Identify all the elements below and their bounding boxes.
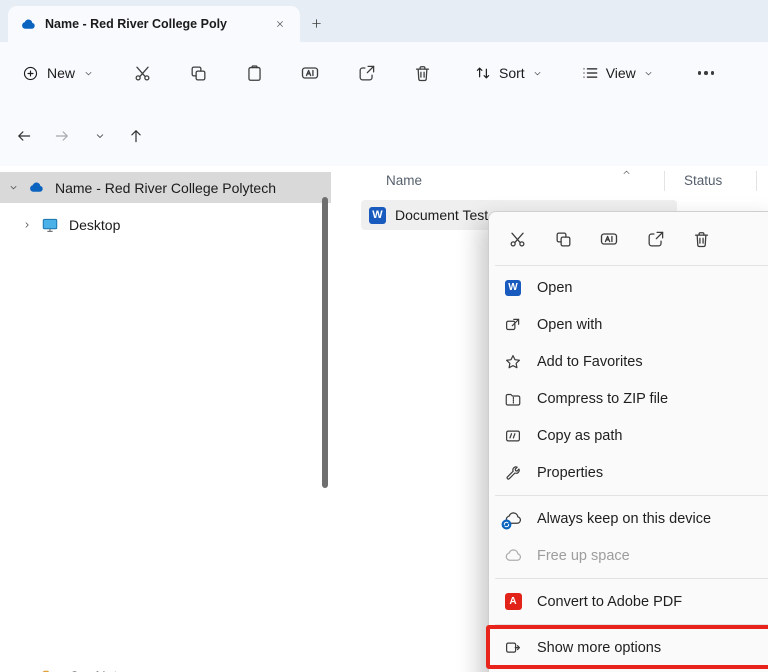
share-button[interactable] [346, 55, 386, 91]
column-header-name[interactable]: Name [386, 173, 422, 188]
new-plus-icon [22, 65, 39, 82]
tab-close-icon[interactable] [268, 12, 292, 36]
copy-path-icon [503, 427, 523, 445]
context-menu-item-show-more-options[interactable]: Show more options [493, 629, 768, 666]
context-menu-item-properties[interactable]: Properties [493, 454, 768, 491]
view-button[interactable]: View [581, 64, 654, 82]
cut-button[interactable] [499, 222, 535, 256]
navigation-bar: Name - Red River College Polytech [0, 104, 768, 167]
menu-item-label: Add to Favorites [537, 354, 643, 370]
copy-button[interactable] [545, 222, 581, 256]
open-with-icon [503, 316, 523, 334]
sidebar-scrollbar-thumb[interactable] [322, 197, 328, 488]
chevron-down-icon [532, 68, 543, 79]
back-button[interactable] [11, 124, 37, 148]
more-options-button[interactable] [688, 56, 724, 90]
paste-button[interactable] [234, 55, 274, 91]
menu-item-label: Convert to Adobe PDF [537, 594, 682, 610]
context-menu-item-copy-as-path[interactable]: Copy as path [493, 417, 768, 454]
new-button[interactable]: New [22, 65, 94, 82]
up-button[interactable] [123, 124, 149, 148]
chevron-down-icon[interactable] [0, 182, 26, 193]
sidebar-item-onenote[interactable]: OneNote [0, 660, 331, 672]
rename-button[interactable] [591, 222, 627, 256]
cloud-icon [503, 546, 523, 565]
chevron-right-icon[interactable] [14, 220, 40, 230]
menu-item-label: Free up space [537, 548, 630, 564]
copy-button[interactable] [178, 55, 218, 91]
tab-title: Name - Red River College Poly [45, 17, 260, 31]
menu-item-label: Open with [537, 317, 602, 333]
command-toolbar: New Sort View [0, 42, 768, 105]
sidebar-item-onedrive-root[interactable]: Name - Red River College Polytech [0, 172, 331, 203]
sidebar-item-label: Desktop [69, 217, 120, 233]
context-menu-item-open[interactable]: W Open [493, 269, 768, 306]
column-divider[interactable] [756, 171, 757, 191]
file-explorer-window: Name - Red River College Poly New [0, 0, 768, 672]
context-menu: W Open Open with Add to Favorites Compre… [488, 211, 768, 672]
context-menu-item-convert-to-pdf[interactable]: A Convert to Adobe PDF [493, 583, 768, 620]
desktop-icon [40, 216, 60, 234]
onedrive-cloud-icon [26, 179, 46, 196]
tab-bar: Name - Red River College Poly [0, 0, 768, 42]
menu-item-label: Compress to ZIP file [537, 391, 668, 407]
recent-locations-chevron[interactable] [87, 124, 113, 148]
adobe-pdf-icon: A [503, 593, 523, 610]
show-more-options-icon [503, 639, 523, 657]
menu-item-label: Properties [537, 465, 603, 481]
wrench-icon [503, 464, 523, 482]
explorer-tab[interactable]: Name - Red River College Poly [8, 6, 300, 42]
context-menu-item-open-with[interactable]: Open with [493, 306, 768, 343]
sort-ascending-icon [621, 167, 632, 178]
menu-item-label: Always keep on this device [537, 511, 711, 527]
new-tab-button[interactable] [302, 11, 330, 36]
sidebar-item-label: Name - Red River College Polytech [55, 180, 276, 196]
rename-button[interactable] [290, 55, 330, 91]
cut-button[interactable] [122, 55, 162, 91]
delete-button[interactable] [683, 222, 719, 256]
context-menu-item-free-up-space: Free up space [493, 537, 768, 574]
zip-folder-icon [503, 390, 523, 408]
share-button[interactable] [637, 222, 673, 256]
view-button-label: View [606, 65, 636, 81]
word-document-icon: W [369, 207, 386, 224]
menu-item-label: Show more options [537, 640, 661, 656]
context-menu-icon-row [493, 216, 768, 262]
star-icon [503, 353, 523, 371]
word-app-icon: W [503, 280, 523, 296]
context-menu-item-always-keep[interactable]: Always keep on this device [493, 500, 768, 537]
onedrive-cloud-icon [20, 16, 37, 33]
menu-separator [495, 495, 768, 496]
navigation-pane: Name - Red River College Polytech Deskto… [0, 166, 331, 672]
sort-arrows-icon [474, 64, 492, 82]
delete-button[interactable] [402, 55, 442, 91]
context-menu-item-add-to-favorites[interactable]: Add to Favorites [493, 343, 768, 380]
context-menu-item-compress-zip[interactable]: Compress to ZIP file [493, 380, 768, 417]
menu-separator [495, 265, 768, 266]
menu-item-label: Open [537, 280, 572, 296]
column-header-status[interactable]: Status [684, 173, 722, 188]
new-button-label: New [47, 65, 75, 81]
folder-icon [40, 667, 60, 672]
chevron-down-icon [83, 68, 94, 79]
menu-separator [495, 624, 768, 625]
sort-button-label: Sort [499, 65, 525, 81]
column-divider[interactable] [664, 171, 665, 191]
column-header-row: Name Status [331, 166, 768, 196]
file-name: Document Test [395, 207, 488, 223]
cloud-sync-icon [503, 509, 523, 528]
sidebar-item-desktop[interactable]: Desktop [0, 209, 331, 240]
forward-button[interactable] [49, 124, 75, 148]
chevron-down-icon [643, 68, 654, 79]
sidebar-item-label: OneNote [69, 668, 125, 672]
menu-separator [495, 578, 768, 579]
menu-item-label: Copy as path [537, 428, 622, 444]
sort-button[interactable]: Sort [474, 64, 543, 82]
view-lines-icon [581, 64, 599, 82]
